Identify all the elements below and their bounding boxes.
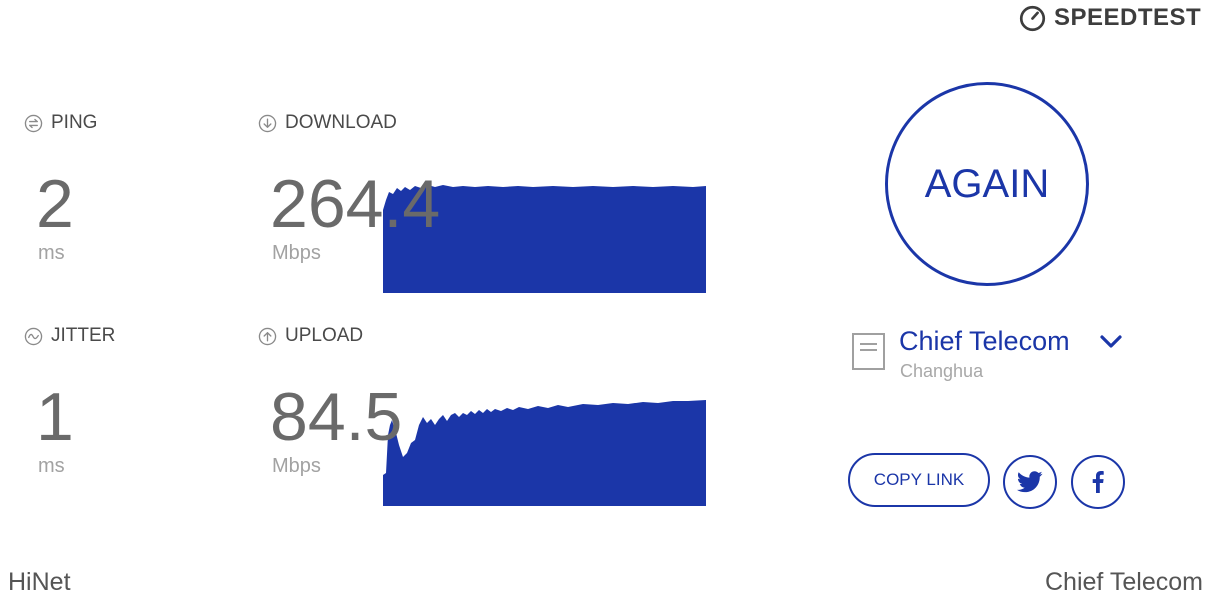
- upload-label-text: UPLOAD: [285, 325, 364, 346]
- ping-value: 2: [36, 166, 74, 242]
- facebook-icon: [1092, 471, 1104, 493]
- brand-name: SPEEDTEST: [1054, 4, 1202, 31]
- download-label-text: DOWNLOAD: [285, 112, 397, 133]
- copy-link-button[interactable]: COPY LINK: [848, 453, 990, 507]
- speedtest-result-page: SPEEDTEST PING 2 ms JITTER 1 ms DOWNLOAD…: [0, 0, 1230, 603]
- jitter-label: JITTER: [24, 325, 115, 347]
- twitter-share-button[interactable]: [1003, 455, 1057, 509]
- chevron-down-icon[interactable]: [1099, 334, 1123, 355]
- isp-name: HiNet: [8, 568, 71, 596]
- upload-value: 84.5: [270, 379, 403, 455]
- ping-icon: [24, 114, 43, 133]
- facebook-share-button[interactable]: [1071, 455, 1125, 509]
- speedtest-logo[interactable]: SPEEDTEST: [1019, 4, 1201, 32]
- again-button-label: AGAIN: [924, 161, 1050, 206]
- speedometer-icon: [1019, 5, 1046, 32]
- jitter-value: 1: [36, 379, 74, 455]
- ping-unit: ms: [38, 242, 65, 264]
- jitter-icon: [24, 327, 43, 346]
- server-icon: [852, 333, 885, 375]
- ping-label-text: PING: [51, 112, 98, 133]
- download-unit: Mbps: [272, 242, 321, 264]
- upload-label: UPLOAD: [258, 325, 363, 347]
- ping-label: PING: [24, 112, 97, 134]
- server-location: Changhua: [900, 361, 984, 381]
- upload-icon: [258, 327, 277, 346]
- twitter-icon: [1017, 471, 1043, 493]
- again-button[interactable]: AGAIN: [885, 82, 1089, 286]
- download-value: 264.4: [270, 166, 441, 242]
- upload-speed-graph: [383, 400, 706, 506]
- download-icon: [258, 114, 277, 133]
- jitter-label-text: JITTER: [51, 325, 116, 346]
- download-label: DOWNLOAD: [258, 112, 397, 134]
- server-name-link[interactable]: Chief Telecom: [899, 326, 1070, 357]
- upload-unit: Mbps: [272, 455, 321, 477]
- footer-server-name: Chief Telecom: [1045, 568, 1203, 596]
- copy-link-label: COPY LINK: [873, 470, 965, 489]
- jitter-unit: ms: [38, 455, 65, 477]
